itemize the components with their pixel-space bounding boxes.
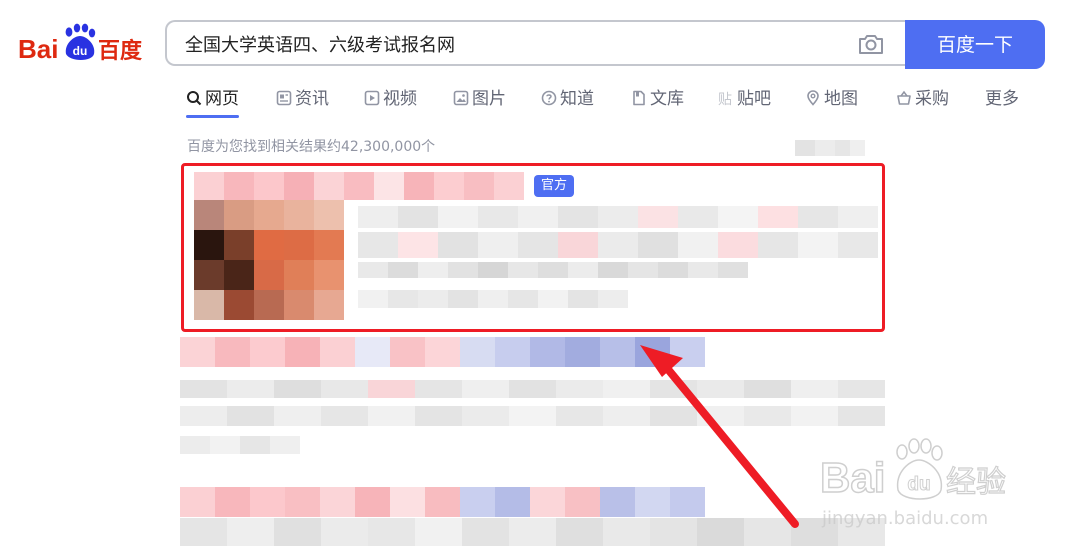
official-badge: 官方 [534,175,574,197]
search-input[interactable] [185,30,825,58]
tab-label: 图片 [472,89,506,109]
blurred-text-line [180,380,885,398]
tab-label: 知道 [560,89,594,109]
blurred-text-line [180,518,885,546]
tab-label: 视频 [383,89,417,109]
tab-label: 资讯 [295,89,329,109]
logo-text-bai: Bai [18,34,58,64]
tab-tieba[interactable]: 贴贴吧 [718,86,771,112]
tab-label: 网页 [205,89,239,109]
baidu-logo[interactable]: Bai du 百度 [18,22,148,66]
tab-video[interactable]: 视频 [364,86,417,112]
tieba-icon: 贴 [718,92,732,106]
paw-icon: du [896,438,943,500]
blurred-text-line [180,406,885,426]
search-box[interactable] [165,20,907,66]
search-button[interactable]: 百度一下 [905,20,1045,69]
blurred-side-text [795,140,865,156]
tab-purchase[interactable]: 采购 [896,86,949,112]
tab-news[interactable]: 资讯 [276,86,329,112]
annotation-highlight-box [181,163,885,332]
svg-text:经验: 经验 [946,465,1006,500]
svg-text:jingyan.baidu.com: jingyan.baidu.com [821,508,988,529]
basket-icon [897,90,911,105]
result-count: 百度为您找到相关结果约42,300,000个 [187,139,436,155]
tab-images[interactable]: 图片 [453,86,506,112]
search-icon [187,91,202,106]
tab-map[interactable]: 地图 [805,86,858,112]
blurred-title[interactable] [180,487,705,517]
tab-label: 更多 [985,89,1019,109]
tab-label: 地图 [824,89,858,109]
paw-icon: du [65,23,96,60]
map-pin-icon [807,90,819,106]
tab-zhidao[interactable]: 知道 [541,86,594,112]
svg-text:Bai: Bai [820,454,885,501]
question-icon [541,90,557,106]
logo-text-baidu: 百度 [98,38,143,64]
news-icon [276,90,292,106]
tab-label: 文库 [650,89,684,109]
svg-text:du: du [73,44,88,58]
blurred-text-line [180,436,300,454]
watermark-logo: Bai du 经验 jingyan.baidu.com [820,438,1007,529]
document-icon [633,90,645,106]
tab-label: 采购 [915,89,949,109]
camera-icon[interactable] [857,32,885,56]
svg-text:du: du [907,474,930,495]
tab-wenku[interactable]: 文库 [631,86,684,112]
tab-label: 贴吧 [737,89,771,109]
svg-text:贴: 贴 [718,92,732,106]
blurred-title[interactable] [180,337,705,367]
image-icon [453,90,469,106]
tab-more[interactable]: 更多 [985,86,1019,112]
video-icon [364,90,380,106]
tab-web[interactable]: 网页 [186,86,239,118]
